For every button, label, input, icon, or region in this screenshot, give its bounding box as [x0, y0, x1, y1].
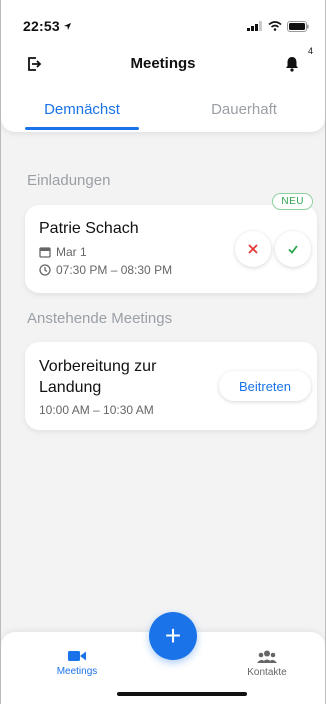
status-icons: [247, 20, 309, 32]
nav-contacts[interactable]: Kontakte: [227, 650, 307, 678]
nav-meetings[interactable]: Meetings: [37, 650, 117, 677]
close-icon: [248, 244, 258, 254]
nav-meetings-label: Meetings: [56, 666, 98, 677]
meeting-card[interactable]: Vorbereitung zur Landung 10:00 AM – 10:3…: [25, 342, 317, 430]
invite-time: 07:30 PM – 08:30 PM: [56, 263, 173, 277]
new-badge: NEU: [272, 193, 313, 210]
tab-bar: Demnächst Dauerhaft: [1, 98, 325, 132]
invite-card[interactable]: Patrie Schach Mar 1 07:30 PM – 08:30 PM: [25, 205, 317, 293]
bell-icon[interactable]: [283, 55, 301, 73]
tab-upcoming[interactable]: Demnächst: [1, 98, 163, 132]
invite-date: Mar 1: [56, 245, 87, 259]
top-bar: 22:53 Meetings 4 Demnächst Dauerhaft: [1, 0, 325, 132]
status-time-text: 22:53: [23, 18, 60, 34]
wifi-icon: [268, 21, 282, 31]
home-indicator: [117, 692, 247, 696]
accept-button[interactable]: [275, 231, 311, 267]
check-icon: [288, 245, 298, 254]
signal-icon: [247, 21, 262, 31]
battery-icon: [287, 20, 309, 32]
location-arrow-icon: [63, 22, 71, 30]
contacts-icon: [257, 650, 277, 663]
nav-contacts-label: Kontakte: [247, 667, 287, 678]
header: Meetings 4: [1, 46, 325, 76]
add-meeting-button[interactable]: +: [149, 612, 197, 660]
invites-section-title: Einladungen: [27, 172, 111, 189]
calendar-icon: [39, 247, 51, 258]
reject-button[interactable]: [235, 231, 271, 267]
clock-icon: [39, 264, 51, 276]
invite-time-row: 07:30 PM – 08:30 PM: [39, 263, 172, 277]
meeting-title: Vorbereitung zur Landung: [39, 358, 157, 396]
invite-title: Patrie Schach: [39, 220, 139, 237]
upcoming-section-title: Anstehende Meetings: [27, 310, 173, 327]
video-camera-icon: [68, 651, 86, 661]
status-bar: 22:53: [23, 18, 309, 34]
status-time: 22:53: [23, 18, 72, 34]
invite-date-row: Mar 1: [39, 245, 87, 259]
tab-permanent[interactable]: Dauerhaft: [163, 98, 325, 132]
page-title: Meetings: [130, 55, 196, 72]
app-frame: 22:53 Meetings 4 Demnächst Dauerhaft Ein…: [0, 0, 326, 704]
join-button[interactable]: Beitreten: [219, 371, 311, 401]
notification-count: 4: [307, 46, 313, 56]
meeting-time: 10:00 AM – 10:30 AM: [39, 403, 154, 417]
